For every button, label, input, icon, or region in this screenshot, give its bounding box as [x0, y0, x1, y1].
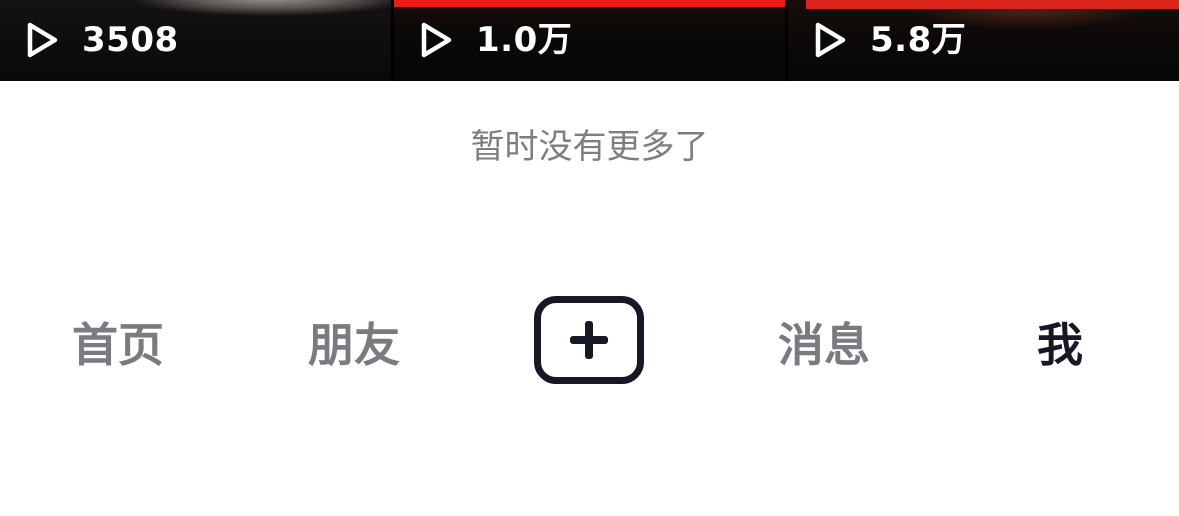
tab-friends[interactable]: 朋友: [284, 306, 424, 378]
play-count-overlay: 1.0万: [418, 20, 572, 60]
tab-messages[interactable]: 消息: [754, 306, 894, 378]
play-count: 3508: [82, 20, 179, 60]
play-count-overlay: 3508: [24, 20, 179, 60]
play-count: 5.8万: [870, 20, 967, 60]
end-of-list-message: 暂时没有更多了: [470, 127, 709, 167]
play-icon: [27, 22, 58, 58]
bottom-tab-bar: 首页 朋友 消息 我: [0, 292, 1179, 392]
plus-icon: [570, 321, 608, 359]
profile-screen: 3508 1.0万 5.8万 暂时没有更多了 首页 朋友 消息 我: [0, 0, 1179, 516]
video-tile[interactable]: 5.8万: [788, 0, 1179, 81]
play-icon: [815, 22, 846, 58]
tab-home[interactable]: 首页: [48, 306, 188, 378]
play-count-overlay: 5.8万: [812, 20, 966, 60]
video-grid-row: 3508 1.0万 5.8万: [0, 0, 1179, 81]
create-button[interactable]: [534, 296, 644, 384]
video-tile[interactable]: 3508: [0, 0, 391, 81]
play-icon: [421, 22, 452, 58]
tab-me[interactable]: 我: [1010, 306, 1110, 378]
play-count: 1.0万: [476, 20, 573, 60]
video-tile[interactable]: 1.0万: [394, 0, 785, 81]
